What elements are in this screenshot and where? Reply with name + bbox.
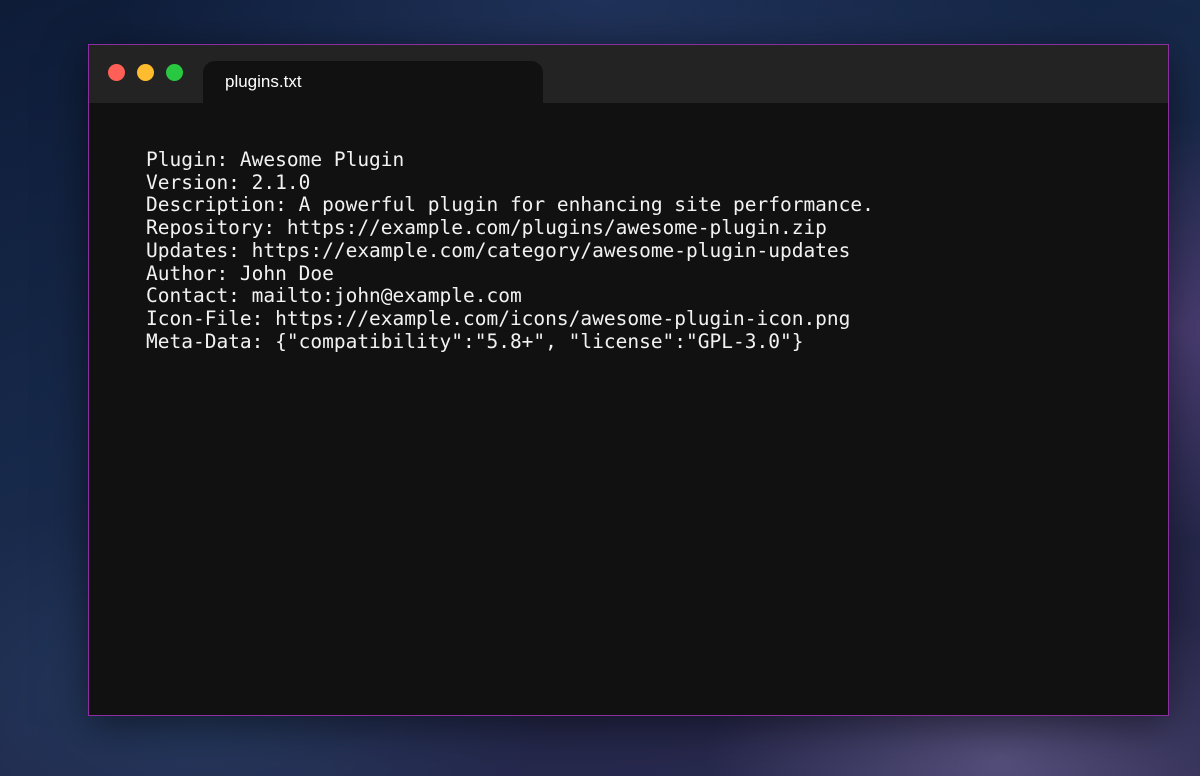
window-controls bbox=[108, 64, 183, 81]
file-line-contact: Contact: mailto:john@example.com bbox=[146, 284, 522, 308]
close-window-button[interactable] bbox=[108, 64, 125, 81]
file-content: Plugin: Awesome Plugin Version: 2.1.0 Desc… bbox=[146, 148, 1128, 353]
file-line-description: Description: A powerful plugin for enhan… bbox=[146, 193, 874, 217]
editor-window: plugins.txt Plugin: Awesome Plugin Versio… bbox=[88, 44, 1169, 716]
file-line-plugin: Plugin: Awesome Plugin bbox=[146, 148, 405, 171]
file-line-meta-data: Meta-Data: {"compatibility":"5.8+", "lic… bbox=[146, 329, 804, 353]
title-bar: plugins.txt bbox=[89, 45, 1168, 103]
tab-plugins-txt[interactable]: plugins.txt bbox=[203, 61, 543, 103]
file-line-updates: Updates: https://example.com/category/aw… bbox=[146, 238, 851, 262]
file-line-repository: Repository: https://example.com/plugins/… bbox=[146, 216, 827, 240]
file-line-icon-file: Icon-File: https://example.com/icons/awe… bbox=[146, 306, 851, 330]
file-line-version: Version: 2.1.0 bbox=[146, 170, 311, 194]
tab-label: plugins.txt bbox=[225, 72, 302, 91]
file-line-author: Author: John Doe bbox=[146, 261, 334, 285]
minimize-window-button[interactable] bbox=[137, 64, 154, 81]
maximize-window-button[interactable] bbox=[166, 64, 183, 81]
